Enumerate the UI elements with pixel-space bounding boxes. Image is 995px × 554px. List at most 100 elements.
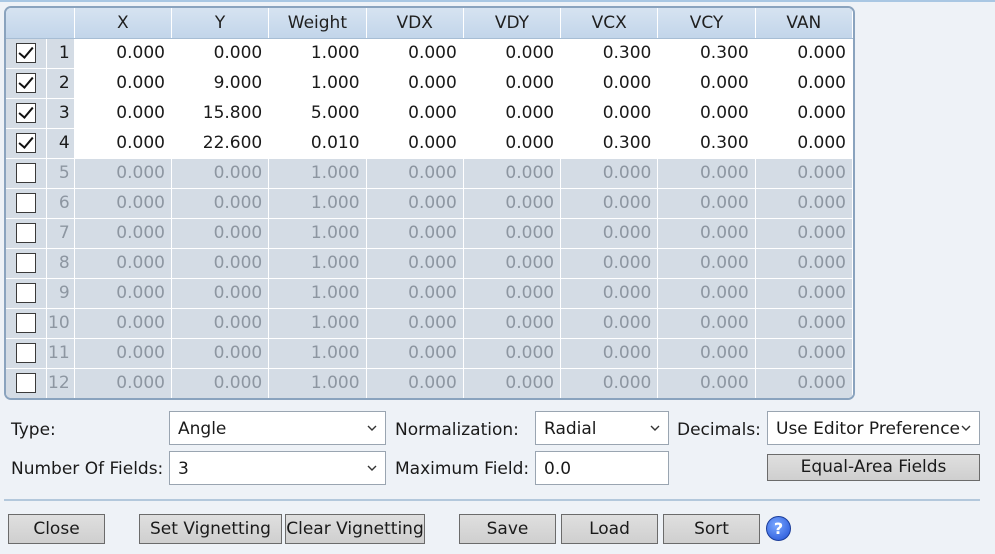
cell-x[interactable]: 0.000	[74, 248, 172, 279]
cell-vdx[interactable]: 0.000	[366, 128, 464, 159]
cell-x[interactable]: 0.000	[74, 38, 172, 69]
cell-van[interactable]: 0.000	[755, 128, 853, 159]
help-icon[interactable]: ?	[766, 516, 791, 541]
table-row[interactable]: 1 0.000 0.000 1.000 0.000 0.000 0.300 0.300 0.00…	[6, 38, 853, 69]
cell-x[interactable]: 0.000	[74, 368, 172, 398]
cell-x[interactable]: 0.000	[74, 308, 172, 339]
row-enable-checkbox[interactable]	[15, 313, 36, 333]
cell-vdy[interactable]: 0.000	[463, 218, 562, 249]
cell-vcy[interactable]: 0.300	[657, 128, 756, 159]
cell-vcx[interactable]: 0.000	[560, 248, 659, 279]
cell-vdx[interactable]: 0.000	[366, 98, 464, 129]
close-button[interactable]: Close	[8, 514, 105, 544]
cell-vcy[interactable]: 0.000	[657, 248, 756, 279]
cell-weight[interactable]: 1.000	[268, 338, 367, 369]
cell-y[interactable]: 0.000	[171, 158, 270, 189]
cell-vdy[interactable]: 0.000	[463, 338, 562, 369]
row-enable-checkbox[interactable]	[15, 253, 36, 273]
cell-weight[interactable]: 0.010	[268, 128, 367, 159]
cell-van[interactable]: 0.000	[755, 218, 853, 249]
sort-button[interactable]: Sort	[663, 514, 760, 544]
cell-vcy[interactable]: 0.000	[657, 218, 756, 249]
row-enable-checkbox[interactable]	[15, 283, 36, 303]
cell-vdy[interactable]: 0.000	[463, 158, 562, 189]
cell-vdy[interactable]: 0.000	[463, 278, 562, 309]
cell-vdy[interactable]: 0.000	[463, 188, 562, 219]
load-button[interactable]: Load	[561, 514, 658, 544]
cell-vdx[interactable]: 0.000	[366, 368, 464, 398]
cell-vdx[interactable]: 0.000	[366, 278, 464, 309]
cell-weight[interactable]: 1.000	[268, 68, 367, 99]
column-header[interactable]: VAN	[755, 8, 853, 39]
table-row[interactable]: 3 0.000 15.800 5.000 0.000 0.000 0.000 0.000 0.0…	[6, 98, 853, 129]
row-enable-checkbox[interactable]	[15, 163, 36, 183]
cell-vcy[interactable]: 0.000	[657, 338, 756, 369]
row-enable-checkbox[interactable]	[15, 223, 36, 243]
table-row[interactable]: 9 0.000 0.000 1.000 0.000 0.000 0.000 0.000 0.00…	[6, 278, 853, 309]
row-enable-checkbox[interactable]	[15, 43, 36, 63]
cell-x[interactable]: 0.000	[74, 68, 172, 99]
type-dropdown[interactable]: Angle	[169, 411, 386, 445]
cell-vcx[interactable]: 0.000	[560, 68, 659, 99]
cell-van[interactable]: 0.000	[755, 98, 853, 129]
cell-weight[interactable]: 1.000	[268, 38, 367, 69]
cell-y[interactable]: 0.000	[171, 368, 270, 398]
cell-weight[interactable]: 1.000	[268, 248, 367, 279]
cell-vcy[interactable]: 0.000	[657, 98, 756, 129]
cell-vcx[interactable]: 0.000	[560, 338, 659, 369]
row-enable-checkbox[interactable]	[15, 133, 36, 153]
clear-vignetting-button[interactable]: Clear Vignetting	[285, 514, 425, 544]
cell-vcx[interactable]: 0.000	[560, 308, 659, 339]
cell-x[interactable]: 0.000	[74, 128, 172, 159]
cell-weight[interactable]: 1.000	[268, 278, 367, 309]
cell-vdy[interactable]: 0.000	[463, 128, 562, 159]
cell-vcx[interactable]: 0.000	[560, 218, 659, 249]
decimals-dropdown[interactable]: Use Editor Preference	[767, 411, 980, 445]
cell-y[interactable]: 15.800	[171, 98, 270, 129]
table-row[interactable]: 2 0.000 9.000 1.000 0.000 0.000 0.000 0.000 0.00…	[6, 68, 853, 99]
cell-x[interactable]: 0.000	[74, 158, 172, 189]
row-enable-checkbox[interactable]	[15, 373, 36, 393]
cell-vcy[interactable]: 0.000	[657, 158, 756, 189]
cell-van[interactable]: 0.000	[755, 38, 853, 69]
row-enable-checkbox[interactable]	[15, 193, 36, 213]
row-enable-checkbox[interactable]	[15, 103, 36, 123]
cell-van[interactable]: 0.000	[755, 278, 853, 309]
cell-van[interactable]: 0.000	[755, 188, 853, 219]
cell-van[interactable]: 0.000	[755, 68, 853, 99]
cell-vcx[interactable]: 0.000	[560, 158, 659, 189]
cell-vcy[interactable]: 0.000	[657, 188, 756, 219]
table-row[interactable]: 8 0.000 0.000 1.000 0.000 0.000 0.000 0.000 0.00…	[6, 248, 853, 279]
table-row[interactable]: 6 0.000 0.000 1.000 0.000 0.000 0.000 0.000 0.00…	[6, 188, 853, 219]
row-enable-checkbox[interactable]	[15, 343, 36, 363]
cell-y[interactable]: 0.000	[171, 308, 270, 339]
cell-y[interactable]: 0.000	[171, 38, 270, 69]
set-vignetting-button[interactable]: Set Vignetting	[139, 514, 282, 544]
cell-vcx[interactable]: 0.000	[560, 368, 659, 398]
cell-vdy[interactable]: 0.000	[463, 308, 562, 339]
equal-area-fields-button[interactable]: Equal-Area Fields	[767, 454, 980, 481]
cell-vcy[interactable]: 0.000	[657, 308, 756, 339]
cell-weight[interactable]: 1.000	[268, 188, 367, 219]
cell-x[interactable]: 0.000	[74, 218, 172, 249]
cell-van[interactable]: 0.000	[755, 158, 853, 189]
table-row[interactable]: 10 0.000 0.000 1.000 0.000 0.000 0.000 0.000 0.0…	[6, 308, 853, 339]
cell-vdx[interactable]: 0.000	[366, 218, 464, 249]
column-header[interactable]: Y	[171, 8, 270, 39]
table-row[interactable]: 7 0.000 0.000 1.000 0.000 0.000 0.000 0.000 0.00…	[6, 218, 853, 249]
table-row[interactable]: 5 0.000 0.000 1.000 0.000 0.000 0.000 0.000 0.00…	[6, 158, 853, 189]
cell-vdx[interactable]: 0.000	[366, 68, 464, 99]
cell-y[interactable]: 0.000	[171, 218, 270, 249]
cell-weight[interactable]: 1.000	[268, 158, 367, 189]
cell-van[interactable]: 0.000	[755, 368, 853, 398]
cell-y[interactable]: 22.600	[171, 128, 270, 159]
cell-x[interactable]: 0.000	[74, 188, 172, 219]
cell-x[interactable]: 0.000	[74, 278, 172, 309]
cell-van[interactable]: 0.000	[755, 248, 853, 279]
cell-vcx[interactable]: 0.000	[560, 188, 659, 219]
cell-vcx[interactable]: 0.000	[560, 278, 659, 309]
cell-vdy[interactable]: 0.000	[463, 68, 562, 99]
cell-vcx[interactable]: 0.300	[560, 128, 659, 159]
column-header[interactable]: VCY	[657, 8, 756, 39]
cell-x[interactable]: 0.000	[74, 338, 172, 369]
